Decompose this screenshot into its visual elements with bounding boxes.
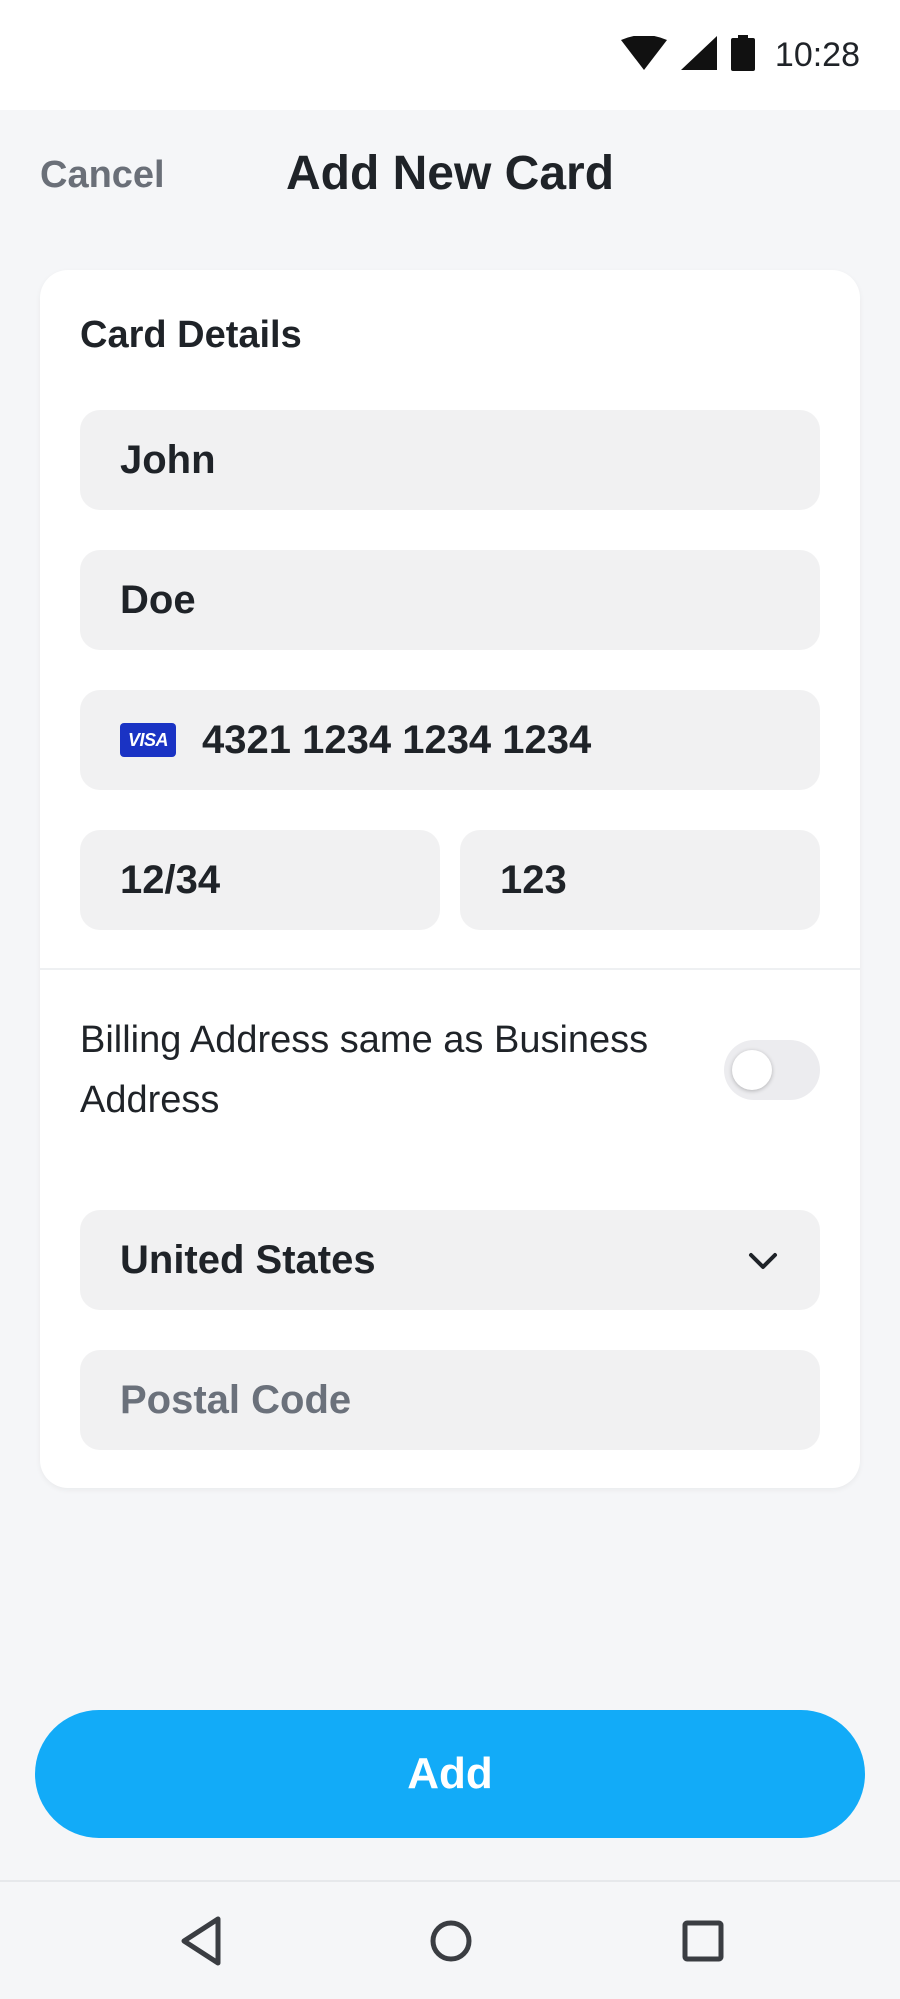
card-number-field[interactable]: VISA 4321 1234 1234 1234	[80, 690, 820, 790]
home-icon[interactable]	[428, 1914, 474, 1973]
chevron-down-icon	[746, 1243, 780, 1288]
country-select[interactable]: United States	[80, 1210, 820, 1310]
recents-icon[interactable]	[680, 1914, 726, 1973]
add-button[interactable]: Add	[35, 1710, 865, 1838]
first-name-field[interactable]: John	[80, 410, 820, 510]
cvc-value: 123	[500, 857, 567, 902]
page-title: Add New Card	[285, 147, 615, 200]
billing-same-label: Billing Address same as Business Address	[80, 1019, 649, 1121]
navigation-bar	[0, 1880, 900, 1999]
last-name-field[interactable]: Doe	[80, 550, 820, 650]
status-bar: 10:28	[0, 0, 900, 110]
expiry-field[interactable]: 12/34	[80, 830, 440, 930]
billing-same-toggle[interactable]	[724, 1040, 820, 1100]
add-card-screen: 10:28 Cancel Add New Card Card Details J…	[0, 0, 900, 1999]
battery-icon	[730, 34, 755, 76]
wifi-icon	[620, 34, 667, 75]
status-icons: 10:28	[620, 30, 860, 80]
visa-icon: VISA	[120, 723, 176, 757]
card-details-panel: Card Details John Doe VISA 4321 1234 123…	[40, 270, 860, 1488]
toggle-knob	[732, 1050, 772, 1090]
card-number-value: 4321 1234 1234 1234	[202, 717, 592, 762]
postal-code-input[interactable]: Postal Code	[80, 1350, 820, 1450]
divider	[40, 968, 860, 970]
expiry-value: 12/34	[120, 857, 221, 902]
signal-icon	[680, 35, 717, 75]
header: Cancel Add New Card	[0, 110, 900, 240]
first-name-value: John	[120, 437, 216, 482]
back-icon[interactable]	[178, 1914, 224, 1973]
country-value: United States	[120, 1237, 376, 1282]
cvc-field[interactable]: 123	[460, 830, 820, 930]
last-name-value: Doe	[120, 577, 196, 622]
status-time: 10:28	[774, 35, 860, 74]
card-details-heading: Card Details	[80, 314, 302, 356]
postal-code-placeholder: Postal Code	[120, 1377, 352, 1422]
